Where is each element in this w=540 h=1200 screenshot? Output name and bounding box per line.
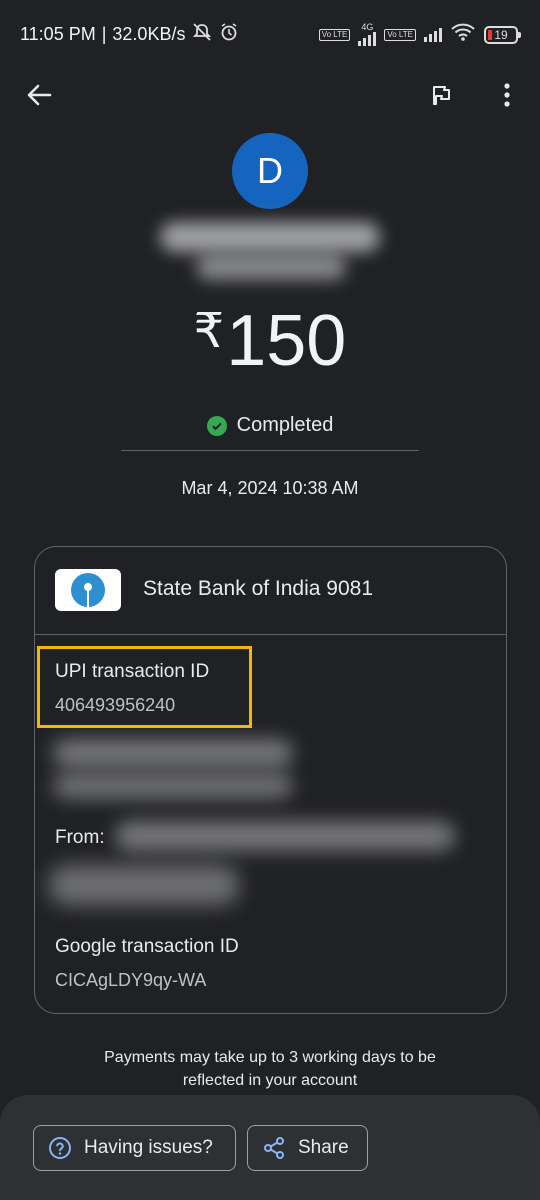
upi-transaction-id-value[interactable]: 406493956240 xyxy=(55,695,175,716)
note-line-1: Payments may take up to 3 working days t… xyxy=(104,1049,436,1066)
bank-account-name: State Bank of India 9081 xyxy=(143,577,374,600)
redacted-payee-id xyxy=(196,254,346,280)
note-line-2: reflected in your account xyxy=(182,1072,358,1089)
more-options-button[interactable] xyxy=(490,78,524,112)
signal-icon-2 xyxy=(424,27,442,42)
from-label: From: xyxy=(55,827,105,848)
upi-transaction-id-label: UPI transaction ID xyxy=(55,661,210,682)
share-label: Share xyxy=(298,1137,349,1158)
mute-icon xyxy=(191,22,213,47)
bank-account-row: State Bank of India 9081 xyxy=(35,547,506,635)
redacted-from-id xyxy=(49,865,239,905)
sbi-logo-icon xyxy=(55,569,121,611)
help-icon xyxy=(49,1137,71,1159)
back-button[interactable] xyxy=(22,78,56,112)
network-speed: 32.0KB/s xyxy=(112,24,186,44)
payee-avatar: D xyxy=(232,133,308,209)
redacted-from-name xyxy=(115,821,455,851)
redacted-payee-name xyxy=(160,222,380,252)
amount-value: 150 xyxy=(226,301,347,381)
settlement-note: Payments may take up to 3 working days t… xyxy=(0,1046,540,1092)
more-vert-icon xyxy=(504,83,510,107)
transaction-amount: ₹150 xyxy=(0,300,540,382)
transaction-datetime: Mar 4, 2024 10:38 AM xyxy=(181,478,359,498)
volte-badge: Vo LTE xyxy=(318,28,351,41)
transaction-status: Completed xyxy=(0,414,540,437)
alarm-icon xyxy=(219,22,239,47)
status-time: 11:05 PM xyxy=(20,24,96,44)
redacted-to-line-1 xyxy=(53,739,293,767)
report-button[interactable] xyxy=(424,78,458,112)
redacted-to-line-2 xyxy=(53,773,293,799)
having-issues-label: Having issues? xyxy=(84,1137,213,1158)
divider xyxy=(121,450,419,451)
arrow-back-icon xyxy=(27,84,52,106)
flag-icon xyxy=(433,86,450,105)
status-text: Completed xyxy=(236,414,334,436)
currency-symbol: ₹ xyxy=(193,305,225,358)
top-app-bar xyxy=(0,76,540,116)
status-bar: 11:05 PM | 32.0KB/s Vo LTE 4G Vo LTE 19 xyxy=(0,0,540,64)
share-icon xyxy=(264,1137,284,1159)
having-issues-button[interactable]: Having issues? xyxy=(33,1125,236,1171)
google-transaction-id-label: Google transaction ID xyxy=(55,936,239,957)
check-circle-icon xyxy=(206,415,227,436)
transaction-details-card: State Bank of India 9081 UPI transaction… xyxy=(34,546,507,1014)
network-type: 4G xyxy=(361,22,374,32)
wifi-icon xyxy=(450,22,476,47)
signal-icon xyxy=(358,32,377,46)
share-button[interactable]: Share xyxy=(247,1125,368,1171)
battery-level: 19 xyxy=(494,27,508,42)
google-transaction-id-value[interactable]: CICAgLDY9qy-WA xyxy=(55,970,206,991)
battery-icon: 19 xyxy=(484,25,521,44)
volte-badge-2: Vo LTE xyxy=(384,28,416,41)
